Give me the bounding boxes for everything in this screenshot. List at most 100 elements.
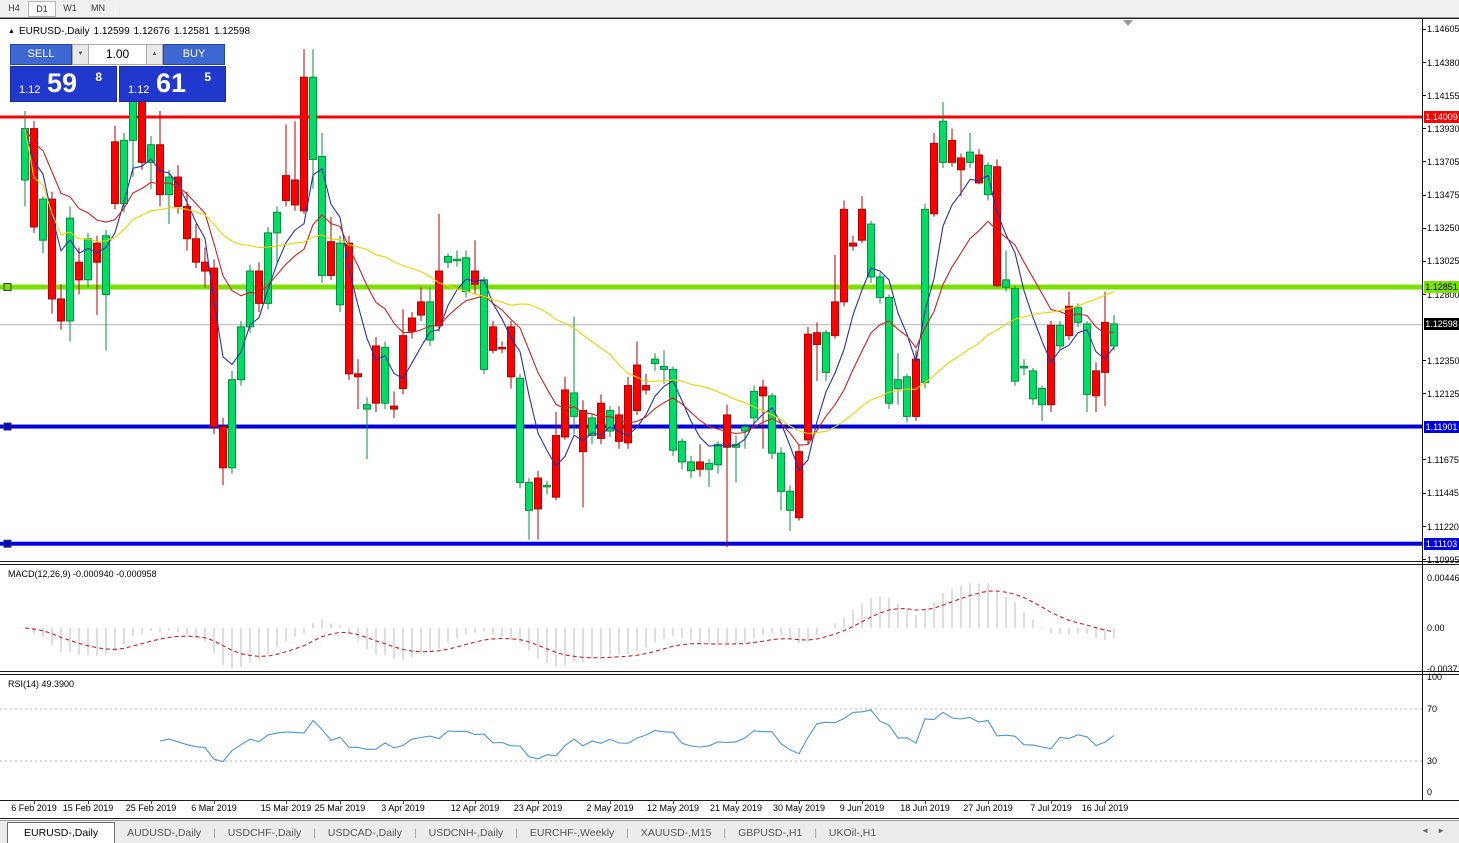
timeframe-w1-button[interactable]: W1 — [56, 1, 84, 17]
candle-body[interactable] — [193, 239, 200, 262]
candle-body[interactable] — [967, 152, 974, 162]
candle-body[interactable] — [1075, 308, 1082, 323]
candle-body[interactable] — [481, 280, 488, 370]
candle-body[interactable] — [418, 302, 425, 315]
symbol-tab-usdcad[interactable]: USDCAD-,Daily — [316, 823, 414, 843]
candle-body[interactable] — [787, 491, 794, 510]
candle-body[interactable] — [1057, 325, 1064, 346]
candle-body[interactable] — [634, 365, 641, 411]
candle-body[interactable] — [562, 390, 569, 437]
hline-handle[interactable] — [4, 540, 11, 547]
candle-body[interactable] — [805, 334, 812, 440]
candle-body[interactable] — [436, 271, 443, 325]
candle-body[interactable] — [535, 478, 542, 509]
candle-body[interactable] — [76, 262, 83, 280]
candle-body[interactable] — [283, 176, 290, 201]
candle-body[interactable] — [112, 142, 119, 204]
candle-body[interactable] — [319, 156, 326, 275]
candle-body[interactable] — [661, 366, 668, 369]
candle-body[interactable] — [463, 258, 470, 292]
candle-body[interactable] — [1048, 325, 1055, 404]
candle-body[interactable] — [130, 101, 137, 141]
candle-body[interactable] — [409, 318, 416, 331]
symbol-tab-xauusd[interactable]: XAUUSD-,M15 — [629, 823, 724, 843]
candle-body[interactable] — [202, 262, 209, 271]
candle-body[interactable] — [1102, 322, 1109, 372]
candle-body[interactable] — [994, 167, 1001, 286]
candle-body[interactable] — [571, 393, 578, 416]
symbol-tab-eurchf[interactable]: EURCHF-,Weekly — [518, 823, 626, 843]
symbol-tab-gbpusd[interactable]: GBPUSD-,H1 — [726, 823, 814, 843]
hline-handle[interactable] — [4, 423, 11, 430]
candle-body[interactable] — [931, 143, 938, 213]
collapse-icon[interactable]: ▲ — [8, 28, 15, 35]
sell-button[interactable]: SELL — [10, 44, 72, 65]
candle-body[interactable] — [877, 277, 884, 298]
rsi-splitter-bottom[interactable] — [0, 674, 1459, 675]
candle-body[interactable] — [301, 77, 308, 211]
macd-splitter-top[interactable] — [0, 561, 1459, 562]
candle-body[interactable] — [823, 333, 830, 373]
candle-body[interactable] — [58, 299, 65, 321]
candle-body[interactable] — [715, 444, 722, 465]
candle-body[interactable] — [697, 462, 704, 469]
candle-body[interactable] — [850, 243, 857, 246]
candle-body[interactable] — [580, 411, 587, 452]
candle-body[interactable] — [688, 462, 695, 471]
candle-body[interactable] — [1066, 306, 1073, 335]
candle-body[interactable] — [958, 158, 965, 170]
candle-body[interactable] — [814, 333, 821, 345]
candle-body[interactable] — [499, 347, 506, 348]
candle-body[interactable] — [391, 406, 398, 409]
candle-body[interactable] — [895, 380, 902, 389]
symbol-tab-ukoil[interactable]: UKOil-,H1 — [817, 823, 888, 843]
candle-body[interactable] — [679, 441, 686, 462]
candle-body[interactable] — [706, 463, 713, 469]
candle-body[interactable] — [355, 374, 362, 377]
candle-body[interactable] — [859, 209, 866, 240]
symbol-tab-audusd[interactable]: AUDUSD-,Daily — [115, 823, 213, 843]
timeframe-d1-button[interactable]: D1 — [28, 1, 56, 17]
candle-body[interactable] — [1021, 366, 1028, 367]
candle-body[interactable] — [310, 77, 317, 159]
candle-body[interactable] — [1003, 280, 1010, 287]
timeframe-mn-button[interactable]: MN — [84, 1, 112, 17]
candle-body[interactable] — [346, 243, 353, 374]
candle-body[interactable] — [778, 453, 785, 491]
candle-body[interactable] — [490, 327, 497, 350]
candle-body[interactable] — [751, 391, 758, 417]
candle-body[interactable] — [760, 387, 767, 396]
candle-body[interactable] — [643, 386, 650, 390]
candle-body[interactable] — [454, 259, 461, 260]
candle-body[interactable] — [265, 233, 272, 303]
candle-body[interactable] — [796, 452, 803, 518]
candle-body[interactable] — [85, 239, 92, 280]
candle-body[interactable] — [292, 180, 299, 205]
candle-body[interactable] — [886, 297, 893, 403]
candle-body[interactable] — [103, 236, 110, 295]
volume-input[interactable]: 1.00 — [89, 44, 146, 65]
candle-body[interactable] — [652, 359, 659, 363]
candle-body[interactable] — [256, 271, 263, 303]
candle-body[interactable] — [247, 271, 254, 327]
hline-1.11103[interactable] — [0, 542, 1422, 546]
candle-body[interactable] — [274, 212, 281, 233]
candle-body[interactable] — [40, 199, 47, 240]
hline-1.14009[interactable] — [0, 116, 1422, 119]
candle-body[interactable] — [832, 302, 839, 336]
candle-body[interactable] — [364, 405, 371, 409]
candle-body[interactable] — [526, 482, 533, 510]
candle-body[interactable] — [517, 378, 524, 482]
candle-body[interactable] — [166, 177, 173, 195]
candle-body[interactable] — [229, 380, 236, 468]
candle-body[interactable] — [211, 268, 218, 427]
buy-button[interactable]: BUY — [163, 44, 225, 65]
symbol-tab-usdcnh[interactable]: USDCNH-,Daily — [417, 823, 516, 843]
rsi-splitter-top[interactable] — [0, 671, 1459, 672]
candle-body[interactable] — [904, 377, 911, 417]
sell-quote-button[interactable]: 1.12 59 8 — [10, 66, 117, 102]
candle-body[interactable] — [544, 485, 551, 486]
candle-body[interactable] — [337, 243, 344, 305]
timeframe-h4-button[interactable]: H4 — [0, 1, 28, 17]
candle-body[interactable] — [1012, 289, 1019, 382]
